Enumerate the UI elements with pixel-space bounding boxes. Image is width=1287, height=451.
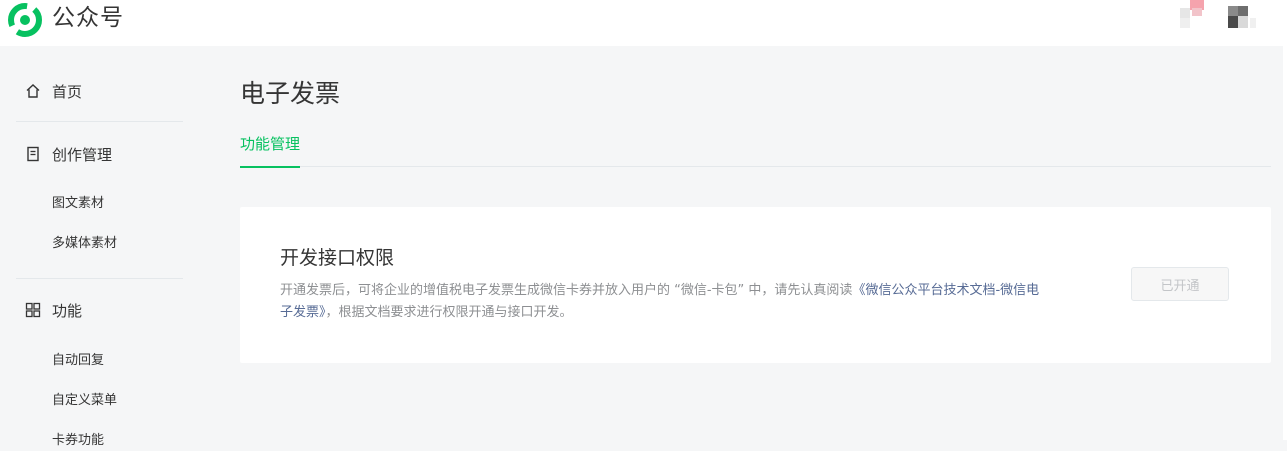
- grid-icon: [25, 302, 41, 318]
- brand-title[interactable]: 公众号: [52, 4, 124, 32]
- sidebar-item-home[interactable]: 首页: [24, 79, 82, 103]
- account-avatar[interactable]: [1180, 0, 1260, 32]
- sidebar-divider: [16, 278, 183, 279]
- activated-button[interactable]: 已开通: [1131, 267, 1229, 301]
- sidebar-item-label: 首页: [52, 82, 83, 101]
- wechat-official-account-logo-icon[interactable]: [8, 3, 42, 37]
- top-bar: 公众号: [0, 0, 1287, 46]
- card-description-text: ，根据文档要求进行权限开通与接口开发。: [325, 305, 573, 320]
- sidebar: 首页 创作管理 图文素材 多媒体素材 功能 自动回复 自定义菜单 卡券功能: [0, 46, 200, 448]
- sidebar-divider: [16, 121, 183, 122]
- tab-bar: 功能管理: [240, 124, 1271, 168]
- sidebar-subitem-article-materials[interactable]: 图文素材: [52, 194, 104, 214]
- scrollbar-track[interactable]: [1283, 46, 1287, 440]
- card-description: 开通发票后，可将企业的增值税电子发票生成微信卡券并放入用户的 “微信-卡包” 中…: [280, 280, 1040, 324]
- sidebar-item-label: 功能: [52, 301, 83, 320]
- sidebar-subitem-card-coupons[interactable]: 卡券功能: [52, 431, 104, 451]
- home-icon: [26, 84, 40, 98]
- sidebar-subitem-custom-menu[interactable]: 自定义菜单: [52, 391, 117, 411]
- card-description-text: 开通发票后，可将企业的增值税电子发票生成微信卡券并放入用户的 “微信-卡包” 中…: [280, 283, 853, 298]
- sidebar-subitem-media-materials[interactable]: 多媒体素材: [52, 234, 117, 254]
- sidebar-subitem-auto-reply[interactable]: 自动回复: [52, 351, 104, 371]
- card-title: 开发接口权限: [280, 247, 395, 269]
- permission-card: 开发接口权限 开通发票后，可将企业的增值税电子发票生成微信卡券并放入用户的 “微…: [240, 207, 1271, 363]
- document-icon: [27, 146, 39, 162]
- tab-function-management[interactable]: 功能管理: [240, 134, 301, 168]
- sidebar-item-label: 创作管理: [52, 145, 113, 164]
- sidebar-item-content-management[interactable]: 创作管理: [24, 142, 112, 166]
- sidebar-item-features[interactable]: 功能: [24, 298, 82, 322]
- page-title: 电子发票: [240, 79, 341, 108]
